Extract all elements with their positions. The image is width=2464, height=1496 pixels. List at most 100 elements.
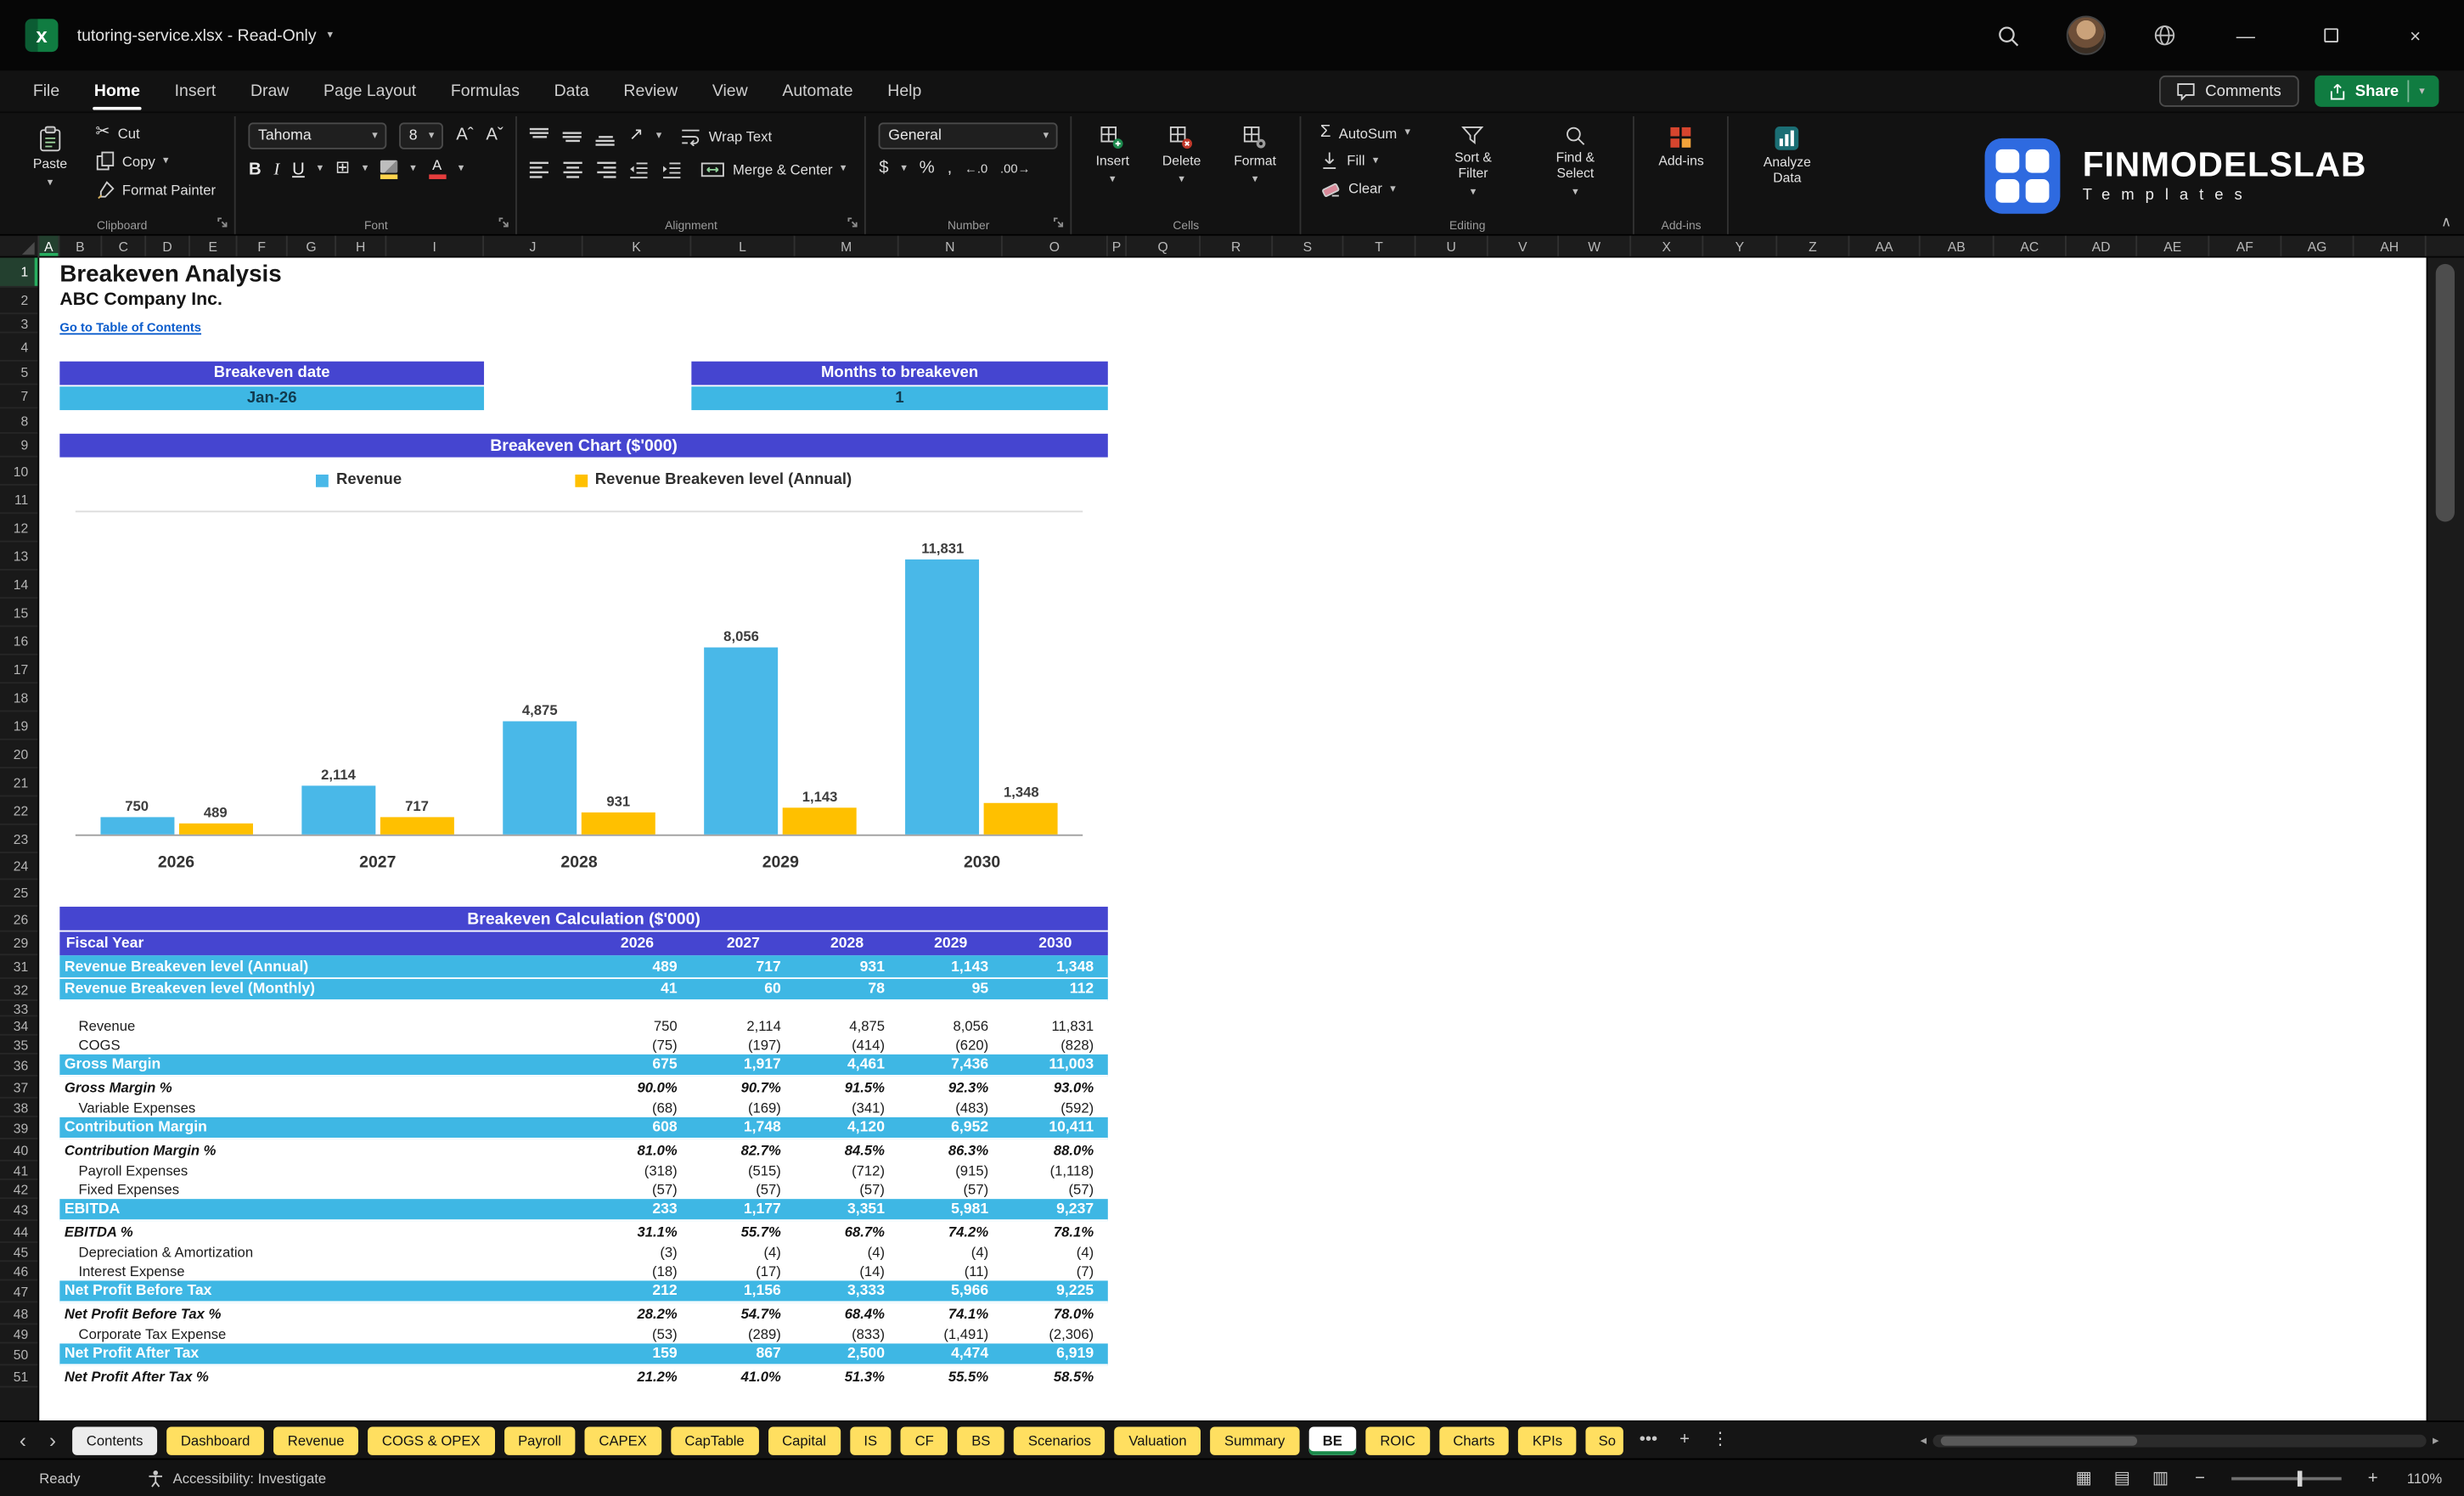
calc-cell[interactable]: 78.0%	[1003, 1302, 1108, 1324]
cut-button[interactable]: ✂Cut	[89, 121, 222, 145]
row-header-45[interactable]: 45	[0, 1243, 37, 1262]
row-header-19[interactable]: 19	[0, 711, 37, 740]
scroll-right-icon[interactable]: ▸	[2433, 1435, 2439, 1448]
calc-cell[interactable]: (592)	[1003, 1099, 1108, 1117]
calc-cell[interactable]: 9,237	[1003, 1199, 1108, 1219]
column-header-y[interactable]: Y	[1703, 236, 1777, 256]
column-header-s[interactable]: S	[1273, 236, 1343, 256]
row-header-33[interactable]: 33	[0, 1001, 37, 1017]
menu-insert[interactable]: Insert	[157, 72, 233, 110]
column-header-t[interactable]: T	[1343, 236, 1415, 256]
calc-cell[interactable]: (483)	[899, 1099, 1003, 1117]
calc-cell[interactable]: 4,875	[796, 1016, 899, 1035]
row-header-44[interactable]: 44	[0, 1221, 37, 1243]
row-header-9[interactable]: 9	[0, 434, 37, 458]
breakeven-chart[interactable]: RevenueRevenue Breakeven level (Annual) …	[59, 464, 1107, 881]
sheet-tab-capital[interactable]: Capital	[768, 1426, 840, 1454]
copy-button[interactable]: Copy▾	[89, 148, 222, 174]
clear-button[interactable]: Clear▾	[1314, 176, 1416, 201]
accessibility-status[interactable]: Accessibility: Investigate	[146, 1469, 326, 1488]
calc-cell[interactable]: (712)	[796, 1161, 899, 1180]
column-header-p[interactable]: P	[1108, 236, 1127, 256]
column-header-j[interactable]: J	[484, 236, 583, 256]
dialog-launcher-icon[interactable]	[498, 217, 511, 229]
calc-cell[interactable]: (18)	[583, 1262, 692, 1280]
calc-cell[interactable]: 82.7%	[691, 1139, 795, 1161]
row-header-22[interactable]: 22	[0, 796, 37, 824]
calc-cell[interactable]: 2,114	[691, 1016, 795, 1035]
increase-font-icon[interactable]: Aˆ	[456, 127, 473, 144]
chevron-down-icon[interactable]: ▾	[328, 30, 334, 41]
calc-cell[interactable]: 1,143	[899, 955, 1003, 977]
avatar[interactable]	[2067, 16, 2106, 55]
row-header-40[interactable]: 40	[0, 1139, 37, 1161]
calc-cell[interactable]: 4,474	[899, 1343, 1003, 1364]
column-header-r[interactable]: R	[1201, 236, 1273, 256]
calc-cell[interactable]: 1,348	[1003, 955, 1108, 977]
calc-cell[interactable]: (57)	[1003, 1180, 1108, 1199]
column-header-af[interactable]: AF	[2209, 236, 2281, 256]
sheet-tab-kpis[interactable]: KPIs	[1518, 1426, 1577, 1454]
sheet-tab-contents[interactable]: Contents	[72, 1426, 157, 1454]
calc-cell[interactable]: (68)	[583, 1099, 692, 1117]
calc-cell[interactable]: (197)	[691, 1036, 795, 1055]
select-all-corner[interactable]	[0, 236, 39, 258]
sheet-tab-captable[interactable]: CapTable	[671, 1426, 759, 1454]
column-header-g[interactable]: G	[288, 236, 336, 256]
find-select-button[interactable]: Find & Select▾	[1530, 121, 1621, 202]
calc-cell[interactable]: (915)	[899, 1161, 1003, 1180]
dialog-launcher-icon[interactable]	[1054, 217, 1066, 229]
table-of-contents-link[interactable]: Go to Table of Contents	[59, 321, 201, 335]
calc-cell[interactable]: 608	[583, 1117, 692, 1138]
menu-draw[interactable]: Draw	[233, 72, 307, 110]
comma-format-button[interactable]: ,	[948, 160, 953, 177]
column-header-z[interactable]: Z	[1777, 236, 1849, 256]
vertical-scrollbar[interactable]	[2427, 258, 2464, 1421]
sheet-tab-payroll[interactable]: Payroll	[503, 1426, 575, 1454]
menu-page-layout[interactable]: Page Layout	[307, 72, 434, 110]
column-header-d[interactable]: D	[146, 236, 190, 256]
calc-cell[interactable]: 41.0%	[691, 1365, 795, 1387]
column-header-aa[interactable]: AA	[1849, 236, 1920, 256]
row-header-18[interactable]: 18	[0, 683, 37, 711]
calc-cell[interactable]: 54.7%	[691, 1302, 795, 1324]
calc-cell[interactable]: 51.3%	[796, 1365, 899, 1387]
row-header-3[interactable]: 3	[0, 314, 37, 333]
calc-cell[interactable]: (17)	[691, 1262, 795, 1280]
calc-cell[interactable]: 1,177	[691, 1199, 795, 1219]
calc-cell[interactable]: (4)	[899, 1243, 1003, 1262]
row-header-46[interactable]: 46	[0, 1262, 37, 1280]
calc-cell[interactable]: 92.3%	[899, 1077, 1003, 1099]
tabs-scroll-left-icon[interactable]: ‹	[13, 1430, 33, 1450]
calc-cell[interactable]: 1,748	[691, 1117, 795, 1138]
zoom-out-button[interactable]: −	[2191, 1469, 2209, 1488]
calc-cell[interactable]: 112	[1003, 979, 1108, 999]
search-icon[interactable]	[1988, 15, 2028, 56]
calc-cell[interactable]: (318)	[583, 1161, 692, 1180]
calc-cell[interactable]: (289)	[691, 1324, 795, 1343]
row-header-31[interactable]: 31	[0, 955, 37, 979]
calc-cell[interactable]: 4,461	[796, 1055, 899, 1075]
paste-button[interactable]: Paste ▾	[22, 121, 78, 194]
calc-cell[interactable]: 9,225	[1003, 1280, 1108, 1301]
column-header-k[interactable]: K	[583, 236, 692, 256]
row-header-37[interactable]: 37	[0, 1077, 37, 1099]
calc-cell[interactable]: 489	[583, 955, 692, 977]
column-header-v[interactable]: V	[1488, 236, 1559, 256]
fiscal-year-2026[interactable]: 2026	[583, 932, 692, 956]
calc-cell[interactable]: (4)	[691, 1243, 795, 1262]
column-header-c[interactable]: C	[102, 236, 146, 256]
calc-cell[interactable]: 11,831	[1003, 1016, 1108, 1035]
column-header-ac[interactable]: AC	[1994, 236, 2067, 256]
borders-button[interactable]: ⊞	[335, 160, 350, 177]
minimize-button[interactable]: —	[2222, 14, 2270, 58]
calc-cell[interactable]: (1,491)	[899, 1324, 1003, 1343]
font-name-select[interactable]: Tahoma▾	[249, 122, 387, 149]
calc-cell[interactable]: 931	[796, 955, 899, 977]
column-header-e[interactable]: E	[190, 236, 238, 256]
addins-button[interactable]: Add-ins	[1647, 121, 1714, 174]
autosum-button[interactable]: ΣAutoSum▾	[1314, 121, 1416, 145]
calc-cell[interactable]: 6,919	[1003, 1343, 1108, 1364]
sheet-tab-dashboard[interactable]: Dashboard	[166, 1426, 264, 1454]
calc-cell[interactable]: 717	[691, 955, 795, 977]
